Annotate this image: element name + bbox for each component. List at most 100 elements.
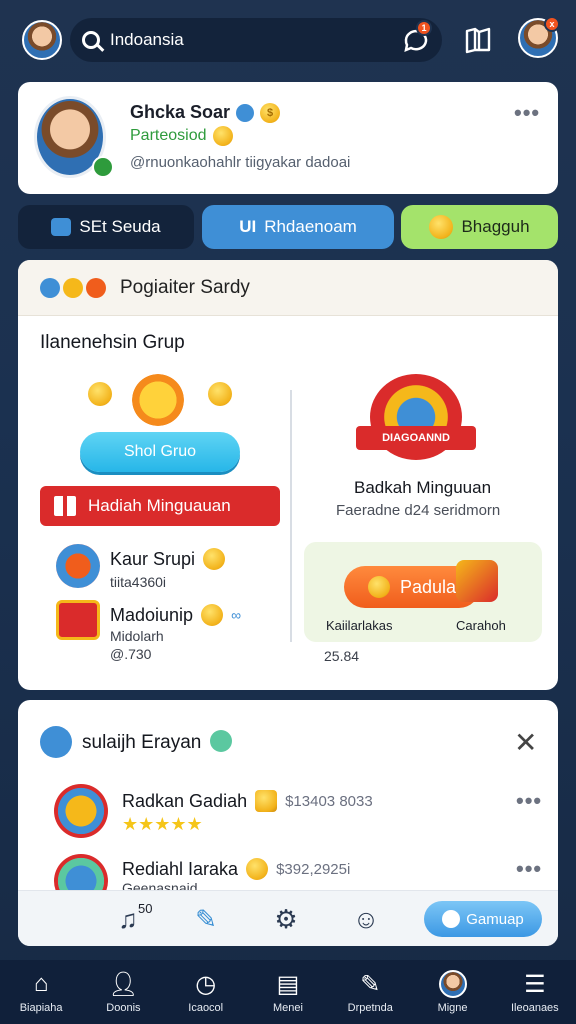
divider <box>290 390 292 642</box>
shop-group-button[interactable]: Shol Gruo <box>80 432 240 472</box>
action-value: 50 <box>138 901 153 916</box>
info-icon <box>210 730 232 752</box>
item-image <box>56 600 100 640</box>
emoji-icon[interactable]: ☺ <box>348 901 384 937</box>
chat-icon[interactable]: 1 <box>402 20 432 54</box>
coin-icon: $ <box>260 102 281 123</box>
item-image <box>56 544 100 588</box>
profile-status: Parteosiod <box>130 127 207 144</box>
edit-icon[interactable]: ✎ <box>188 901 224 937</box>
gift-icon <box>367 576 390 598</box>
game-icon <box>442 910 461 928</box>
more-icon[interactable]: ••• <box>516 856 542 882</box>
prize-value: 25.84 <box>324 648 360 664</box>
group-title: Ilanenehsin Grup <box>40 332 185 353</box>
coin-icon <box>88 382 112 406</box>
nav-item-home[interactable]: ⌂ Biapiaha <box>0 960 82 1024</box>
bottom-nav: ⌂ Biapiaha 👤︎ Doonis ◷ Icaocol ▤ Menei ✎… <box>0 960 576 1024</box>
row-price: $392,2925i <box>276 860 351 878</box>
weekly-gift-button[interactable]: Hadiah Minguauan <box>40 486 280 526</box>
home-icon: ⌂ <box>33 970 49 997</box>
nav-label: Doonis <box>106 1002 141 1014</box>
profile-badge: x <box>544 16 560 32</box>
game-button-label: Gamuap <box>466 910 524 928</box>
coin-icon <box>208 382 232 406</box>
section-icon <box>40 726 72 758</box>
profile-handle: @rnuonkaohahlr tiigyakar dadoai <box>130 154 351 171</box>
profile-name: Ghcka Soar <box>130 102 231 122</box>
coin-icon <box>246 858 269 880</box>
close-icon[interactable]: ✕ <box>514 726 537 759</box>
badge-ribbon: DIAGOANND <box>356 426 476 450</box>
nav-item-drpetnda[interactable]: ✎ Drpetnda <box>329 960 411 1024</box>
search-input[interactable]: Indoansia <box>110 30 184 50</box>
emoji-icon <box>212 126 233 146</box>
nav-label: Ileoanaes <box>510 1002 559 1014</box>
gift-button-label: Hadiah Minguauan <box>88 496 231 515</box>
search-icon <box>82 31 100 49</box>
prize-right-label: Carahoh <box>456 618 506 633</box>
link-icon: ∞ <box>231 607 242 623</box>
item-sub: tiita4360i <box>110 574 167 590</box>
more-icon[interactable]: ••• <box>516 788 542 814</box>
coin-icon <box>429 215 454 239</box>
item-name: Kaur Srupi <box>110 548 196 569</box>
tab-bhagguh[interactable]: Bhagguh <box>401 205 558 249</box>
person-icon: 👤︎ <box>108 970 139 998</box>
panel-header-title: Pogiaiter Sardy <box>120 276 250 298</box>
lower-panel: sulaijh Erayan ✕ Radkan Gadiah $13403 80… <box>18 700 558 946</box>
edit-icon: ✎ <box>360 970 381 998</box>
verified-icon <box>92 156 114 178</box>
clock-icon: ◷ <box>195 970 217 998</box>
sun-coin-icon <box>132 374 184 426</box>
prize-left-label: Kaiilarlakas <box>326 618 393 633</box>
chat-badge: 1 <box>416 20 432 36</box>
nav-label: Migne <box>437 1002 468 1014</box>
nav-item-ileoanaes[interactable]: ☰ Ileoanaes <box>494 960 576 1024</box>
tab-seuda[interactable]: SEt Seuda <box>18 205 194 249</box>
item-value: @.730 <box>110 646 152 662</box>
menu-icon: ☰ <box>524 970 546 998</box>
row-price: $13403 8033 <box>285 792 373 810</box>
coin-icon <box>255 790 278 812</box>
more-icon[interactable]: ••• <box>514 100 540 126</box>
action-bar: ♫ 50 ✎ ⚙ ☺ Gamuap <box>18 890 558 946</box>
nav-label: Biapiaha <box>19 1002 63 1014</box>
row-image <box>54 784 108 838</box>
tab-rhdaenoam[interactable]: UI Rhdaenoam <box>202 205 394 249</box>
prize-title: Badkah Minguuan <box>354 478 492 497</box>
tab-label: SEt Seuda <box>79 217 161 236</box>
padula-label: Padula <box>399 576 457 597</box>
item-sub: Midolarh <box>110 628 164 644</box>
nav-item-icaocol[interactable]: ◷ Icaocol <box>165 960 247 1024</box>
nav-item-migne[interactable]: Migne <box>411 960 493 1024</box>
store-icon <box>51 218 72 236</box>
coin-icon <box>201 604 224 626</box>
app-icons <box>40 277 106 298</box>
nav-label: Menei <box>273 1002 303 1014</box>
book-icon[interactable] <box>464 26 494 54</box>
tab-label: Rhdaenoam <box>264 217 357 236</box>
gear-icon[interactable]: ⚙ <box>268 901 304 937</box>
row-name: Radkan Gadiah <box>122 790 248 811</box>
panel-header: Pogiaiter Sardy <box>18 260 558 316</box>
list-item[interactable] <box>56 544 100 588</box>
game-button[interactable]: Gamuap <box>424 901 542 937</box>
nav-item-doonis[interactable]: 👤︎ Doonis <box>82 960 164 1024</box>
profile-card[interactable]: Ghcka Soar $ Parteosiod @rnuonkaohahlr t… <box>18 82 558 194</box>
gift-icon <box>54 496 76 516</box>
check-badge-icon <box>236 103 255 122</box>
group-panel: Pogiaiter Sardy Ilanenehsin Grup Shol Gr… <box>18 260 558 690</box>
clipboard-icon: ▤ <box>276 970 300 998</box>
prize-box: Padula Kaiilarlakas Carahoh <box>304 542 542 642</box>
rating-stars: ★★★★★ <box>122 814 203 834</box>
item-name: Madoiunip <box>110 604 194 625</box>
nav-label: Icaocol <box>188 1002 224 1014</box>
coin-icon <box>203 548 226 570</box>
nav-item-menei[interactable]: ▤ Menei <box>247 960 329 1024</box>
list-item[interactable] <box>56 600 100 640</box>
user-avatar[interactable] <box>22 20 62 60</box>
top-bar: Indoansia 1 x <box>0 0 576 80</box>
search-bar[interactable]: Indoansia <box>70 18 442 62</box>
diamond-badge-image: DIAGOANND <box>356 372 476 468</box>
